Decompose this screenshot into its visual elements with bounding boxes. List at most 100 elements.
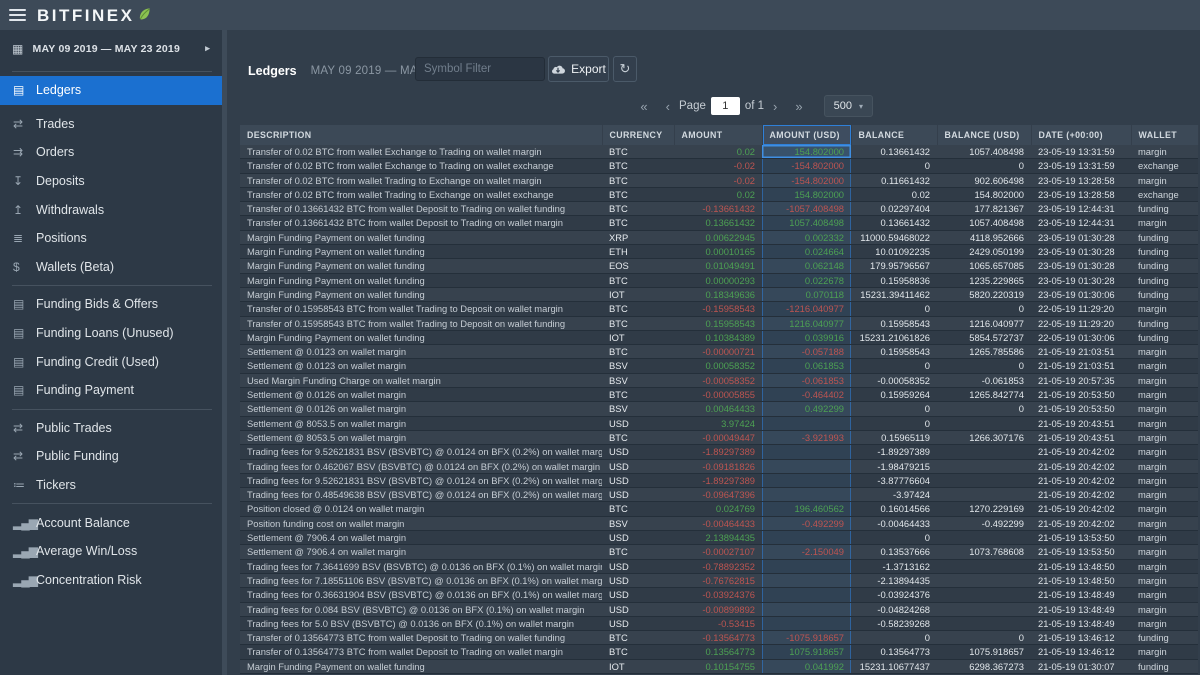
cell-description[interactable]: Trading fees for 5.0 BSV (BSVBTC) @ 0.01… bbox=[240, 616, 602, 630]
cell-balance[interactable]: 0 bbox=[851, 302, 937, 316]
cell-balance[interactable]: 15231.39411462 bbox=[851, 287, 937, 301]
cell-description[interactable]: Trading fees for 0.48549638 BSV (BSVBTC)… bbox=[240, 488, 602, 502]
cell-amount-usd[interactable]: -1075.918657 bbox=[762, 631, 851, 645]
cell-amount-usd[interactable]: -154.802000 bbox=[762, 173, 851, 187]
cell-date[interactable]: 22-05-19 11:29:20 bbox=[1031, 316, 1131, 330]
cell-amount[interactable]: 0.024769 bbox=[674, 502, 762, 516]
cell-balance-usd[interactable]: 0 bbox=[937, 159, 1031, 173]
cell-currency[interactable]: IOT bbox=[602, 287, 674, 301]
cell-amount[interactable]: 0.02 bbox=[674, 145, 762, 159]
cell-amount[interactable]: -0.09181826 bbox=[674, 459, 762, 473]
cell-description[interactable]: Settlement @ 0.0123 on wallet margin bbox=[240, 345, 602, 359]
sidebar-item-deposits[interactable]: ↧ Deposits bbox=[0, 167, 222, 196]
column-header-balance[interactable]: BALANCE bbox=[851, 125, 937, 145]
cell-balance-usd[interactable]: 1073.768608 bbox=[937, 545, 1031, 559]
cell-balance[interactable]: 0.11661432 bbox=[851, 173, 937, 187]
refresh-button[interactable]: ↻ bbox=[613, 56, 637, 82]
cell-currency[interactable]: USD bbox=[602, 573, 674, 587]
cell-description[interactable]: Settlement @ 7906.4 on wallet margin bbox=[240, 531, 602, 545]
cell-balance[interactable]: 11000.59468022 bbox=[851, 230, 937, 244]
cell-description[interactable]: Settlement @ 0.0123 on wallet margin bbox=[240, 359, 602, 373]
cell-date[interactable]: 21-05-19 20:42:02 bbox=[1031, 473, 1131, 487]
cell-currency[interactable]: IOT bbox=[602, 659, 674, 673]
cell-date[interactable]: 23-05-19 13:28:58 bbox=[1031, 173, 1131, 187]
cell-amount-usd[interactable] bbox=[762, 473, 851, 487]
cell-date[interactable]: 21-05-19 01:30:07 bbox=[1031, 659, 1131, 673]
cell-amount[interactable]: 0.02 bbox=[674, 187, 762, 201]
cell-balance-usd[interactable] bbox=[937, 459, 1031, 473]
cell-amount-usd[interactable] bbox=[762, 602, 851, 616]
cell-amount[interactable]: 0.13661432 bbox=[674, 216, 762, 230]
cell-currency[interactable]: USD bbox=[602, 473, 674, 487]
cell-description[interactable]: Transfer of 0.02 BTC from wallet Trading… bbox=[240, 173, 602, 187]
sidebar-item-concentration-risk[interactable]: ▂▄▆ Concentration Risk bbox=[0, 566, 222, 595]
cell-balance-usd[interactable]: 902.606498 bbox=[937, 173, 1031, 187]
cell-description[interactable]: Margin Funding Payment on wallet funding bbox=[240, 245, 602, 259]
cell-amount[interactable]: -0.02 bbox=[674, 159, 762, 173]
cell-wallet[interactable]: funding bbox=[1131, 202, 1198, 216]
sidebar-item-public-trades[interactable]: ⇄ Public Trades bbox=[0, 414, 222, 443]
cell-amount[interactable]: -0.76762815 bbox=[674, 573, 762, 587]
cell-balance[interactable]: -0.04824268 bbox=[851, 602, 937, 616]
cell-wallet[interactable]: margin bbox=[1131, 302, 1198, 316]
sidebar-item-withdrawals[interactable]: ↥ Withdrawals bbox=[0, 195, 222, 224]
cell-wallet[interactable]: margin bbox=[1131, 359, 1198, 373]
cell-amount[interactable]: -0.00000721 bbox=[674, 345, 762, 359]
cell-balance[interactable]: 0.13537666 bbox=[851, 545, 937, 559]
column-header-currency[interactable]: CURRENCY bbox=[602, 125, 674, 145]
cell-wallet[interactable]: exchange bbox=[1131, 159, 1198, 173]
cell-description[interactable]: Transfer of 0.02 BTC from wallet Exchang… bbox=[240, 159, 602, 173]
first-page-button[interactable]: « bbox=[631, 99, 656, 114]
cell-currency[interactable]: BTC bbox=[602, 545, 674, 559]
prev-page-button[interactable]: ‹ bbox=[657, 99, 679, 114]
sidebar-item-funding-bids-offers[interactable]: ▤ Funding Bids & Offers bbox=[0, 290, 222, 319]
cell-currency[interactable]: BTC bbox=[602, 302, 674, 316]
cell-wallet[interactable]: funding bbox=[1131, 316, 1198, 330]
cell-description[interactable]: Margin Funding Payment on wallet funding bbox=[240, 659, 602, 673]
cell-description[interactable]: Margin Funding Payment on wallet funding bbox=[240, 330, 602, 344]
cell-balance[interactable]: -0.00058352 bbox=[851, 373, 937, 387]
cell-balance[interactable]: 0 bbox=[851, 359, 937, 373]
cell-wallet[interactable]: funding bbox=[1131, 330, 1198, 344]
cell-currency[interactable]: EOS bbox=[602, 259, 674, 273]
cell-amount[interactable]: -0.13661432 bbox=[674, 202, 762, 216]
cell-currency[interactable]: USD bbox=[602, 488, 674, 502]
cell-amount-usd[interactable]: 1216.040977 bbox=[762, 316, 851, 330]
cell-balance-usd[interactable] bbox=[937, 473, 1031, 487]
cell-description[interactable]: Transfer of 0.02 BTC from wallet Exchang… bbox=[240, 145, 602, 159]
cell-description[interactable]: Transfer of 0.13564773 BTC from wallet D… bbox=[240, 645, 602, 659]
cell-date[interactable]: 21-05-19 13:53:50 bbox=[1031, 531, 1131, 545]
cell-wallet[interactable]: margin bbox=[1131, 573, 1198, 587]
cell-amount[interactable]: -0.09647396 bbox=[674, 488, 762, 502]
column-header-amount-usd[interactable]: AMOUNT (USD) bbox=[762, 125, 851, 145]
cell-amount[interactable]: -0.02 bbox=[674, 173, 762, 187]
cell-date[interactable]: 21-05-19 20:42:02 bbox=[1031, 459, 1131, 473]
cell-balance[interactable]: 0.13661432 bbox=[851, 216, 937, 230]
cell-balance-usd[interactable] bbox=[937, 445, 1031, 459]
cell-amount-usd[interactable]: -0.492299 bbox=[762, 516, 851, 530]
cell-date[interactable]: 21-05-19 13:53:50 bbox=[1031, 545, 1131, 559]
cell-date[interactable]: 21-05-19 20:42:02 bbox=[1031, 502, 1131, 516]
cell-amount-usd[interactable]: -0.061853 bbox=[762, 373, 851, 387]
cell-balance-usd[interactable] bbox=[937, 588, 1031, 602]
cell-amount[interactable]: -0.00464433 bbox=[674, 516, 762, 530]
cell-balance[interactable]: -3.87776604 bbox=[851, 473, 937, 487]
cell-wallet[interactable]: margin bbox=[1131, 445, 1198, 459]
cell-description[interactable]: Settlement @ 8053.5 on wallet margin bbox=[240, 430, 602, 444]
cell-balance-usd[interactable]: 6298.367273 bbox=[937, 659, 1031, 673]
cell-amount-usd[interactable]: -3.921993 bbox=[762, 430, 851, 444]
cell-amount[interactable]: -0.00058352 bbox=[674, 373, 762, 387]
cell-date[interactable]: 23-05-19 13:28:58 bbox=[1031, 187, 1131, 201]
cell-wallet[interactable]: margin bbox=[1131, 416, 1198, 430]
cell-currency[interactable]: BTC bbox=[602, 187, 674, 201]
cell-amount-usd[interactable]: 154.802000 bbox=[762, 145, 851, 159]
cell-wallet[interactable]: margin bbox=[1131, 616, 1198, 630]
cell-balance[interactable]: 0.13564773 bbox=[851, 645, 937, 659]
cell-balance-usd[interactable] bbox=[937, 616, 1031, 630]
cell-description[interactable]: Transfer of 0.15958543 BTC from wallet T… bbox=[240, 302, 602, 316]
cell-amount[interactable]: 3.97424 bbox=[674, 416, 762, 430]
cell-balance[interactable]: 15231.10677437 bbox=[851, 659, 937, 673]
cell-currency[interactable]: BTC bbox=[602, 631, 674, 645]
cell-currency[interactable]: USD bbox=[602, 602, 674, 616]
cell-amount-usd[interactable]: 0.061853 bbox=[762, 359, 851, 373]
